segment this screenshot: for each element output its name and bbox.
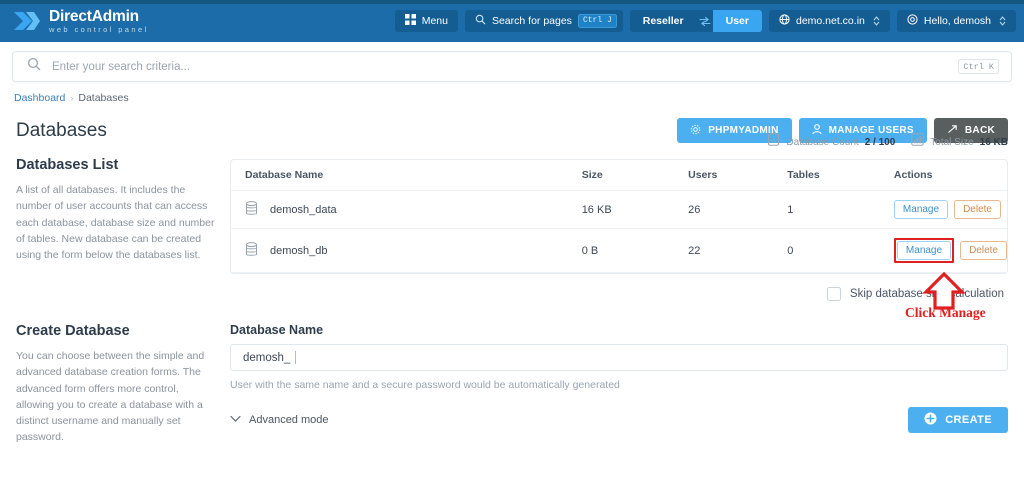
databases-list-heading: Databases List [16, 157, 119, 173]
total-size-label: Total Size [930, 136, 974, 148]
plus-circle-icon [924, 412, 937, 428]
skip-size-calculation-label: Skip database size calculation [849, 288, 1004, 300]
total-size-value: 16 KB [979, 136, 1008, 148]
bar-chart-icon [911, 133, 924, 151]
database-name-label: Database Name [230, 323, 324, 337]
create-database-section: Create Database You can choose between t… [0, 323, 1024, 446]
skip-size-calculation-row: Skip database size calculation [230, 287, 1008, 301]
database-count-label: Database Count [786, 136, 859, 148]
logo-title: DirectAdmin [49, 7, 139, 25]
database-size: 16 KB [581, 190, 689, 229]
globe-icon [779, 14, 790, 28]
database-users: 26 [688, 190, 788, 229]
menu-button[interactable]: Menu [394, 10, 458, 32]
account-label: Hello, demosh [923, 15, 991, 27]
create-database-heading: Create Database [16, 323, 130, 339]
table-row: demosh_data 16 KB 26 1 Manage Delete [231, 190, 1007, 229]
database-name-input[interactable]: demosh_ [230, 344, 1008, 371]
global-search-row: Enter your search criteria... Ctrl K [0, 42, 1024, 82]
search-icon [27, 57, 41, 76]
page-title: Databases [16, 119, 107, 141]
database-name: demosh_data [270, 203, 337, 216]
search-icon [475, 14, 486, 28]
role-toggle-user[interactable]: User [712, 10, 762, 32]
create-button[interactable]: CREATE [908, 407, 1008, 433]
delete-button[interactable]: Delete [954, 200, 1001, 219]
manage-button[interactable]: Manage [896, 241, 952, 260]
search-pages-shortcut: Ctrl J [577, 14, 617, 28]
database-count-value: 2 / 100 [864, 136, 896, 148]
create-database-hint: User with the same name and a secure pas… [230, 379, 620, 391]
chevron-down-icon [230, 414, 241, 426]
table-row: demosh_db 0 B 22 0 Manage Delete [231, 228, 1007, 273]
svg-text:x: x [772, 137, 776, 144]
directadmin-logo-icon [14, 10, 40, 32]
text-cursor [295, 351, 297, 364]
advanced-mode-label: Advanced mode [249, 414, 329, 426]
manage-button[interactable]: Manage [893, 200, 949, 219]
column-header-users: Users [688, 160, 788, 191]
breadcrumb-separator: › [70, 93, 74, 103]
domain-selector[interactable]: demo.net.co.in [768, 10, 890, 32]
database-icon [245, 200, 258, 219]
breadcrumb-dashboard[interactable]: Dashboard [14, 92, 65, 104]
database-icon [245, 241, 258, 260]
global-search-placeholder: Enter your search criteria... [52, 60, 191, 73]
advanced-mode-toggle[interactable]: Advanced mode [230, 414, 329, 426]
annotation-label: Click Manage [905, 305, 986, 320]
swap-arrows-icon [697, 16, 713, 27]
manage-button-highlight: Manage [893, 238, 955, 263]
user-circle-icon [907, 14, 918, 28]
databases-table: Database Name Size Users Tables Actions [231, 160, 1007, 273]
top-header-bar: DirectAdmin web control panel Menu Searc… [0, 0, 1024, 42]
account-menu[interactable]: Hello, demosh [896, 10, 1016, 32]
stat-database-count: x Database Count 2 / 100 [767, 133, 895, 151]
brand-logo[interactable]: DirectAdmin web control panel [14, 7, 149, 34]
database-name: demosh_db [270, 244, 328, 257]
delete-button[interactable]: Delete [960, 241, 1007, 260]
skip-size-calculation-checkbox[interactable] [826, 287, 841, 301]
chevron-updown-icon [999, 16, 1006, 26]
database-name-value: demosh_ [243, 351, 291, 364]
databases-list-description: A list of all databases. It includes the… [16, 184, 215, 262]
database-size: 0 B [581, 228, 689, 273]
role-toggle[interactable]: Reseller User [629, 10, 762, 32]
databases-table-card: Database Name Size Users Tables Actions [230, 159, 1008, 274]
breadcrumb-current: Databases [78, 92, 129, 104]
logo-subtitle: web control panel [49, 25, 149, 34]
create-label: CREATE [945, 414, 992, 426]
global-search-input[interactable]: Enter your search criteria... Ctrl K [12, 51, 1012, 82]
databases-list-section: Databases List A list of all databases. … [0, 133, 1024, 301]
database-tables: 0 [787, 228, 894, 273]
search-pages-button[interactable]: Search for pages Ctrl J [464, 10, 623, 32]
column-header-size: Size [581, 160, 689, 191]
global-search-shortcut: Ctrl K [958, 59, 999, 74]
menu-label: Menu [421, 15, 448, 27]
databases-stats: x Database Count 2 / 100 Total Size 16 K… [230, 133, 1008, 151]
column-header-database-name: Database Name [231, 160, 582, 191]
database-tables: 1 [787, 190, 894, 229]
search-pages-label: Search for pages [491, 15, 572, 27]
grid-menu-icon [404, 14, 416, 28]
create-database-sidebar: Create Database You can choose between t… [16, 323, 230, 446]
breadcrumb: Dashboard › Databases [0, 82, 1024, 104]
database-users: 22 [688, 228, 788, 273]
databases-list-sidebar: Databases List A list of all databases. … [16, 157, 230, 301]
column-header-tables: Tables [787, 160, 894, 191]
create-database-description: You can choose between the simple and ad… [16, 350, 205, 444]
stat-total-size: Total Size 16 KB [911, 133, 1008, 151]
chevron-updown-icon [873, 16, 880, 26]
table-header-row: Database Name Size Users Tables Actions [231, 160, 1007, 191]
domain-label: demo.net.co.in [795, 15, 865, 27]
database-count-icon: x [767, 133, 780, 151]
column-header-actions: Actions [893, 160, 1007, 191]
role-toggle-reseller[interactable]: Reseller [630, 10, 697, 32]
